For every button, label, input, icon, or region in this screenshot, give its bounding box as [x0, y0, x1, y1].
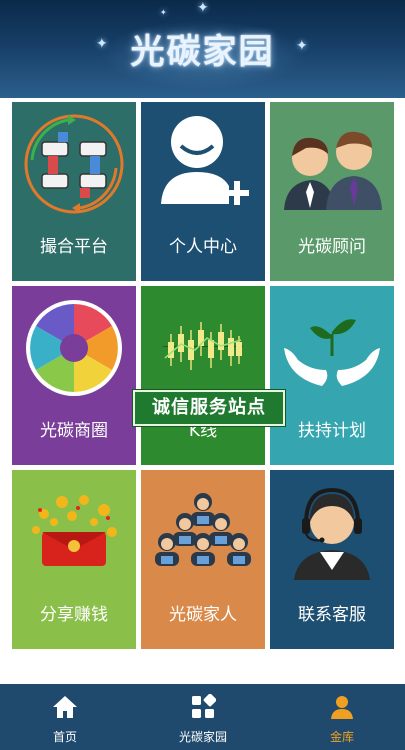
tile-personal-center[interactable]: 个人中心 [141, 102, 265, 281]
tile-label: 扶持计划 [298, 421, 366, 441]
tile-label: 个人中心 [169, 237, 237, 257]
customer-service-icon [294, 487, 370, 580]
app-header: ✦ ✦ ✦ ✦ 光碳家园 [0, 0, 405, 98]
sparkle-icon: ✦ [197, 0, 209, 16]
tile-share-earn[interactable]: 分享赚钱 [12, 470, 136, 649]
nav-item-treasury[interactable]: 金库 [300, 684, 384, 750]
hands-sprout-icon [284, 319, 380, 386]
people-group-icon [155, 493, 251, 566]
integrity-service-banner: 诚信服务站点 [133, 390, 285, 426]
tile-k-line[interactable]: K线 [141, 286, 265, 465]
tile-family[interactable]: 光碳家人 [141, 470, 265, 649]
nav-label: 首页 [52, 730, 77, 744]
tile-label: 分享赚钱 [40, 605, 108, 625]
tile-label: 光碳家人 [169, 605, 237, 625]
sparkle-icon: ✦ [160, 8, 167, 17]
nav-item-guangtan-home[interactable]: 光碳家园 [156, 684, 250, 750]
tile-consultant[interactable]: 光碳顾问 [270, 102, 394, 281]
tile-customer-service[interactable]: 联系客服 [270, 470, 394, 649]
page-title: 光碳家园 [130, 32, 275, 72]
tile-support-plan[interactable]: 扶持计划 [270, 286, 394, 465]
home-icon [53, 696, 77, 718]
handshake-ring-icon [24, 114, 124, 214]
tile-business-circle[interactable]: 光碳商圈 [12, 286, 136, 465]
tile-matching-platform[interactable]: 撮合平台 [12, 102, 136, 281]
nav-item-home[interactable]: 首页 [20, 684, 110, 750]
nav-label: 光碳家园 [178, 730, 227, 744]
tile-label: 联系客服 [298, 605, 366, 625]
consultants-icon [284, 131, 382, 210]
tile-label: 光碳商圈 [40, 421, 108, 441]
tile-label: 光碳顾问 [298, 237, 366, 257]
apps-icon [192, 694, 216, 718]
nav-label: 金库 [329, 730, 354, 744]
red-envelope-coins-icon [32, 495, 117, 566]
user-icon [331, 696, 353, 719]
user-add-icon [161, 116, 249, 205]
aperture-icon [26, 300, 122, 396]
bottom-nav: 首页 光碳家园 金库 [0, 684, 405, 750]
tile-label: 撮合平台 [40, 237, 108, 257]
